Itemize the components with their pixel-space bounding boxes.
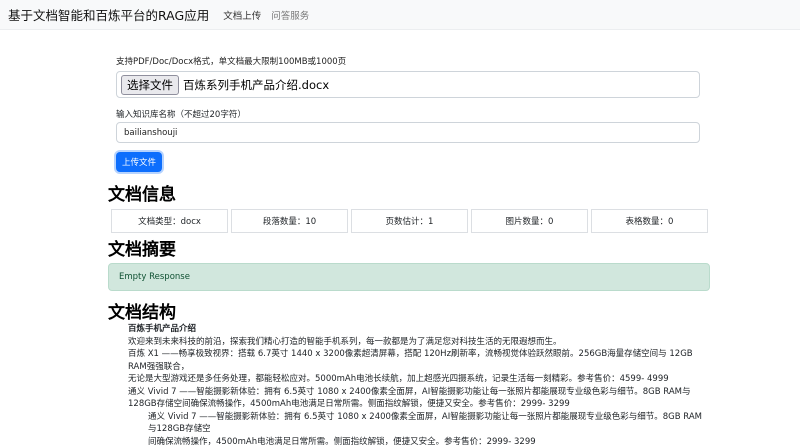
summary-alert: Empty Response [108, 263, 710, 291]
kb-name-label: 输入知识库名称（不超过20字符） [116, 108, 246, 120]
doc-heading: 百炼手机产品介绍 [128, 323, 708, 336]
summary-title: 文档摘要 [108, 235, 176, 260]
upload-button[interactable]: 上传文件 [116, 152, 162, 172]
stat-paragraph-count: 段落数量：10 [231, 209, 348, 233]
doc-paragraph: 通义 Vivid 7 ——智能摄影新体验：拥有 6.5英寸 1080 x 240… [128, 386, 708, 411]
upload-hint: 支持PDF/Doc/Docx格式，单文档最大限制100MB或1000页 [116, 55, 346, 67]
stat-page-estimate: 页数估计：1 [351, 209, 468, 233]
doc-paragraph: 间确保流畅操作，4500mAh电池满足日常所需。侧面指纹解锁，便捷又安全。参考售… [128, 436, 708, 448]
navbar: 基于文档智能和百炼平台的RAG应用 文档上传 问答服务 [0, 0, 800, 30]
selected-file-name: 百炼系列手机产品介绍.docx [183, 77, 329, 93]
choose-file-button[interactable]: 选择文件 [121, 75, 179, 95]
doc-stats: 文档类型：docx 段落数量：10 页数估计：1 图片数量：0 表格数量：0 [111, 209, 708, 233]
doc-paragraph: 百炼 X1 ——畅享极致视界：搭载 6.7英寸 1440 x 3200像素超清屏… [128, 348, 708, 373]
doc-structure: 百炼手机产品介绍 欢迎来到未来科技的前沿，探索我们精心打造的智能手机系列，每一款… [128, 323, 708, 448]
stat-table-count: 表格数量：0 [591, 209, 708, 233]
stat-image-count: 图片数量：0 [471, 209, 588, 233]
structure-title: 文档结构 [108, 298, 176, 323]
doc-paragraph: 通义 Vivid 7 ——智能摄影新体验：拥有 6.5英寸 1080 x 240… [128, 411, 708, 436]
nav-link-upload[interactable]: 文档上传 [223, 8, 261, 22]
kb-name-input[interactable]: bailianshouji [116, 122, 700, 143]
app-brand[interactable]: 基于文档智能和百炼平台的RAG应用 [8, 5, 209, 24]
doc-info-title: 文档信息 [108, 180, 176, 205]
doc-paragraph: 无论是大型游戏还是多任务处理，都能轻松应对。5000mAh电池长续航，加上超感光… [128, 373, 708, 386]
stat-doc-type: 文档类型：docx [111, 209, 228, 233]
nav-link-qa[interactable]: 问答服务 [271, 8, 309, 22]
file-input[interactable]: 选择文件 百炼系列手机产品介绍.docx [116, 71, 700, 98]
doc-paragraph: 欢迎来到未来科技的前沿，探索我们精心打造的智能手机系列，每一款都是为了满足您对科… [128, 336, 708, 349]
